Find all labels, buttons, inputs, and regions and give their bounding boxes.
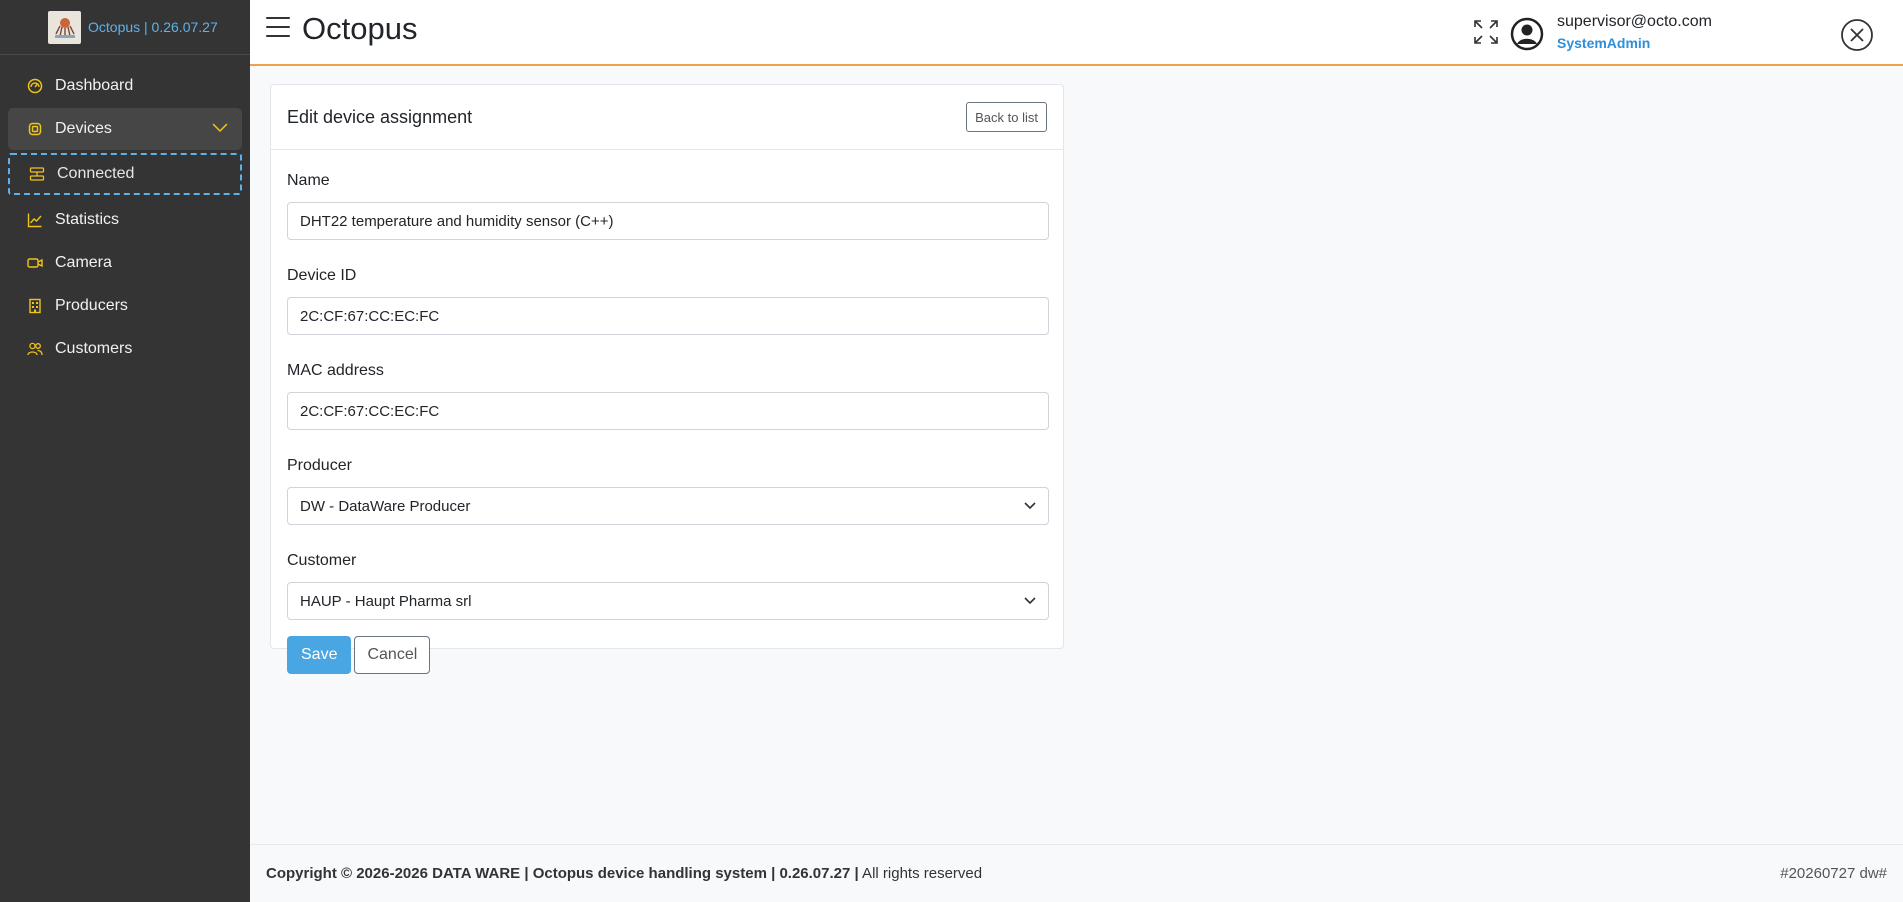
dashboard-icon: [27, 78, 43, 94]
sidebar-item-label: Devices: [55, 120, 112, 137]
name-field-group: Name DHT22 temperature and humidity sens…: [287, 150, 1049, 240]
customer-label: Customer: [287, 552, 357, 569]
users-icon: [27, 341, 43, 357]
sidebar-item-devices[interactable]: Devices: [8, 108, 242, 150]
build-tag: #20260727 dw#: [1780, 865, 1887, 882]
name-label: Name: [287, 172, 330, 189]
card-title: Edit device assignment: [287, 107, 473, 127]
sidebar-item-label: Customers: [55, 340, 133, 357]
building-icon: [27, 298, 43, 314]
cancel-button[interactable]: Cancel: [354, 636, 431, 674]
copyright-text: Copyright © 2026-2026 DATA WARE | Octopu…: [266, 865, 859, 882]
sidebar-item-dashboard[interactable]: Dashboard: [8, 65, 242, 107]
producer-select[interactable]: DW - DataWare Producer: [287, 487, 1049, 525]
footer: Copyright © 2026-2026 DATA WARE | Octopu…: [250, 844, 1903, 902]
camera-icon: [27, 255, 43, 271]
customer-select[interactable]: HAUP - Haupt Pharma srl: [287, 582, 1049, 620]
octopus-logo: [48, 10, 81, 44]
mac-value: 2C:CF:67:CC:EC:FC: [300, 402, 440, 420]
user-avatar-icon[interactable]: [1510, 17, 1544, 51]
sidebar-item-label: Camera: [55, 254, 112, 271]
chevron-down-icon[interactable]: [212, 120, 228, 138]
save-button[interactable]: Save: [287, 636, 352, 674]
device-id-label: Device ID: [287, 267, 357, 284]
edit-device-card: Edit device assignment Back to list Name…: [270, 84, 1064, 674]
card-header: Edit device assignment Back to list: [271, 85, 1063, 150]
footer-copyright: Copyright © 2026-2026 DATA WARE | Octopu…: [266, 865, 982, 882]
sidebar-item-customers[interactable]: Customers: [8, 328, 242, 370]
sidebar: Octopus | 0.26.07.27 Dashboard Devices C…: [0, 0, 250, 902]
rights-text: All rights reserved: [858, 865, 983, 882]
producer-field-group: Producer DW - DataWare Producer: [287, 457, 1049, 525]
close-icon[interactable]: [1840, 18, 1874, 52]
back-to-list-button[interactable]: Back to list: [966, 102, 1047, 132]
chart-line-icon: [27, 212, 43, 228]
sidebar-item-producers[interactable]: Producers: [8, 285, 242, 327]
producer-label: Producer: [287, 457, 352, 474]
page-title: Octopus: [302, 11, 418, 46]
fullscreen-icon[interactable]: [1472, 18, 1500, 46]
sidebar-item-label: Connected: [57, 165, 135, 182]
top-header: Octopus supervisor@octo.com SystemAdmin: [250, 0, 1903, 66]
mac-label: MAC address: [287, 362, 384, 379]
customer-value: HAUP - Haupt Pharma srl: [300, 592, 472, 610]
device-id-input[interactable]: 2C:CF:67:CC:EC:FC: [287, 297, 1049, 335]
sidebar-item-camera[interactable]: Camera: [8, 242, 242, 284]
sidebar-item-label: Producers: [55, 297, 128, 314]
connected-icon: [29, 166, 45, 182]
chevron-down-icon: [1024, 597, 1036, 605]
sidebar-item-label: Dashboard: [55, 77, 134, 94]
brand[interactable]: Octopus | 0.26.07.27: [0, 0, 250, 55]
customer-field-group: Customer HAUP - Haupt Pharma srl: [287, 552, 1049, 620]
user-role[interactable]: SystemAdmin: [1557, 35, 1650, 51]
device-id-field-group: Device ID 2C:CF:67:CC:EC:FC: [287, 267, 1049, 335]
sidebar-item-connected[interactable]: Connected: [8, 153, 242, 195]
form-actions: Save Cancel: [287, 636, 1047, 674]
device-id-value: 2C:CF:67:CC:EC:FC: [300, 307, 440, 325]
sidebar-item-statistics[interactable]: Statistics: [8, 199, 242, 241]
sidebar-item-label: Statistics: [55, 211, 120, 228]
chevron-down-icon: [1024, 502, 1036, 510]
device-form: Name DHT22 temperature and humidity sens…: [271, 150, 1063, 674]
name-value: DHT22 temperature and humidity sensor (C…: [300, 212, 614, 230]
name-input[interactable]: DHT22 temperature and humidity sensor (C…: [287, 202, 1049, 240]
mac-field-group: MAC address 2C:CF:67:CC:EC:FC: [287, 362, 1049, 430]
sidebar-nav: Dashboard Devices Connected Statistics C…: [0, 55, 250, 370]
mac-input[interactable]: 2C:CF:67:CC:EC:FC: [287, 392, 1049, 430]
producer-value: DW - DataWare Producer: [300, 497, 471, 515]
chip-icon: [27, 121, 43, 137]
brand-title: Octopus | 0.26.07.27: [88, 19, 218, 35]
user-email: supervisor@octo.com: [1557, 13, 1712, 30]
menu-toggle-icon[interactable]: [266, 17, 290, 39]
